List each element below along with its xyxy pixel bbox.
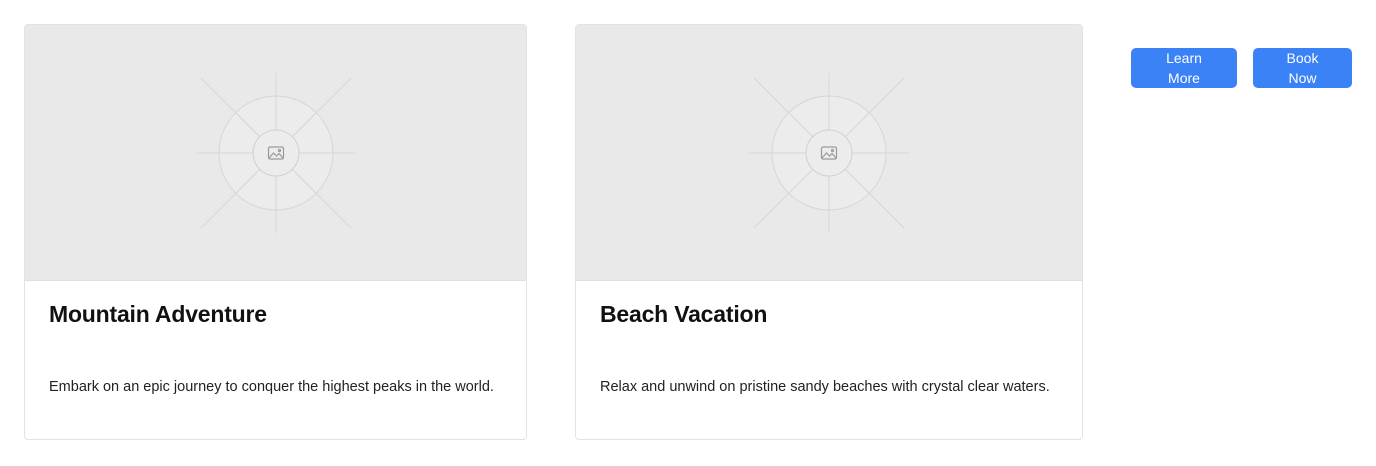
image-placeholder-icon (749, 72, 909, 233)
page: Mountain Adventure Embark on an epic jou… (0, 0, 1376, 466)
card-description: Relax and unwind on pristine sandy beach… (600, 379, 1050, 395)
learn-more-button[interactable]: Learn More (1131, 48, 1237, 88)
card-title: Mountain Adventure (49, 301, 267, 327)
book-now-label-line2: Now (1288, 70, 1317, 86)
card-title: Beach Vacation (600, 301, 768, 327)
learn-more-label-line1: Learn (1166, 50, 1202, 66)
card-mountain-adventure: Mountain Adventure Embark on an epic jou… (24, 24, 527, 440)
learn-more-label: Learn More (1166, 48, 1202, 88)
card-description: Embark on an epic journey to conquer the… (49, 379, 494, 395)
image-placeholder-icon (195, 72, 356, 233)
card-beach-vacation: Beach Vacation Relax and unwind on prist… (575, 24, 1083, 440)
book-now-label-line1: Book (1286, 50, 1319, 66)
card-image-placeholder (576, 25, 1082, 281)
learn-more-label-line2: More (1168, 70, 1200, 86)
card-image-placeholder (25, 25, 526, 281)
book-now-button[interactable]: Book Now (1253, 48, 1352, 88)
book-now-label: Book Now (1287, 48, 1319, 88)
